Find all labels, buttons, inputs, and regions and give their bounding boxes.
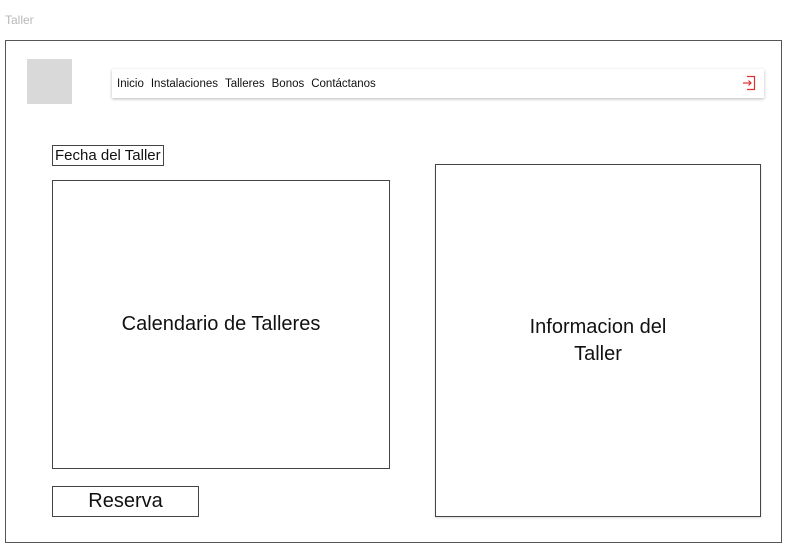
info-placeholder-text: Informacion del Taller [529, 315, 667, 365]
nav-item-talleres[interactable]: Talleres [225, 78, 265, 90]
logo-placeholder[interactable] [27, 59, 72, 104]
nav-item-contactanos[interactable]: Contáctanos [311, 78, 376, 90]
nav-item-instalaciones[interactable]: Instalaciones [151, 78, 218, 90]
nav-menu: Inicio Instalaciones Talleres Bonos Cont… [117, 78, 383, 90]
nav-item-inicio[interactable]: Inicio [117, 78, 144, 90]
workshop-calendar[interactable]: Calendario de Talleres [52, 180, 390, 469]
calendar-placeholder-text: Calendario de Talleres [121, 313, 321, 335]
workshop-info-panel: Informacion del Taller [435, 164, 761, 517]
top-navbar: Inicio Instalaciones Talleres Bonos Cont… [112, 69, 764, 98]
nav-item-bonos[interactable]: Bonos [272, 78, 305, 90]
frame-title: Taller [5, 13, 34, 27]
workshop-date-label: Fecha del Taller [52, 145, 164, 166]
logout-icon[interactable] [742, 75, 756, 91]
page-frame: Inicio Instalaciones Talleres Bonos Cont… [5, 40, 782, 543]
reserve-button[interactable]: Reserva [52, 486, 199, 517]
